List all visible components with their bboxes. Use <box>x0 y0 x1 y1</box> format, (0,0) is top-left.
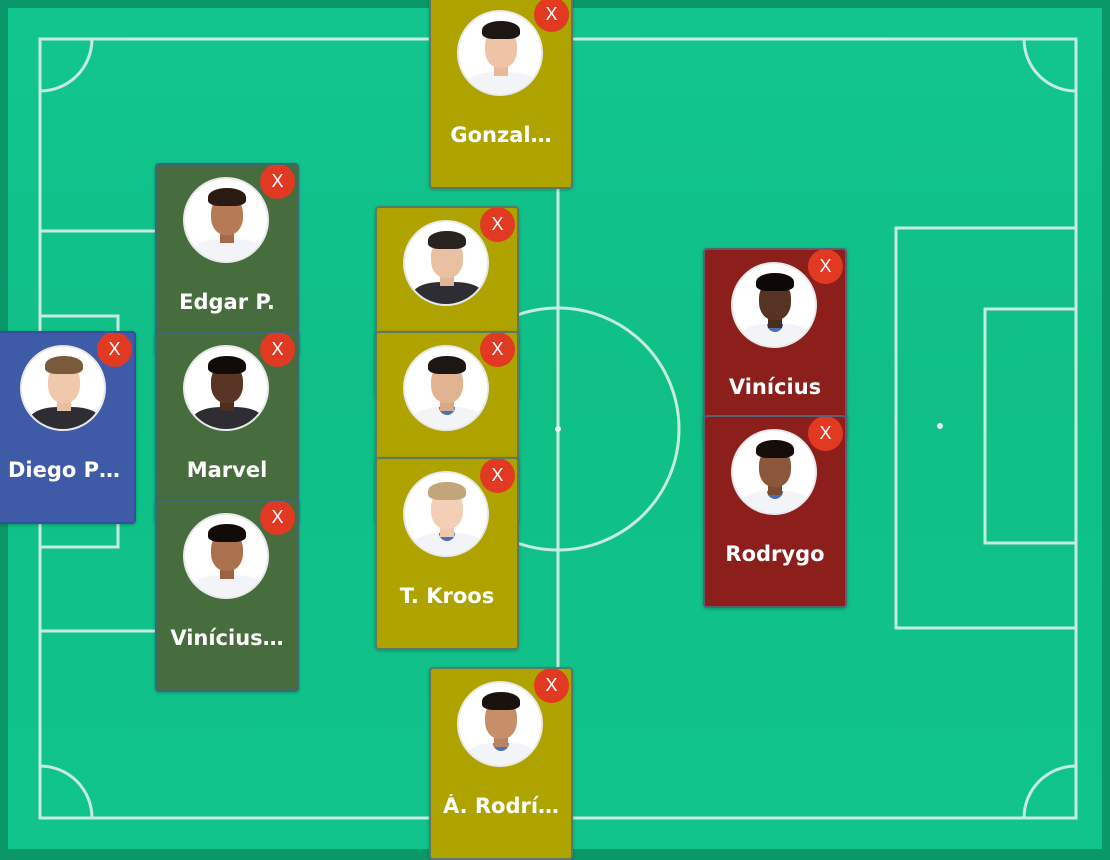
player-photo-icon <box>403 220 489 306</box>
remove-player-button[interactable]: X <box>260 165 295 199</box>
player-name[interactable]: Á. Rodrí… <box>431 794 571 818</box>
remove-player-button[interactable]: X <box>808 250 843 284</box>
player-card[interactable]: X Rodrygo <box>703 415 847 608</box>
player-photo-icon <box>731 429 817 515</box>
remove-player-button[interactable]: X <box>97 333 132 367</box>
remove-player-button[interactable]: X <box>480 333 515 367</box>
player-name[interactable]: Vinícius… <box>157 626 297 650</box>
player-photo-icon <box>457 10 543 96</box>
player-name[interactable]: Edgar P. <box>157 290 297 314</box>
player-name[interactable]: Gonzal… <box>431 123 571 147</box>
player-card[interactable]: X Marvel <box>155 331 299 524</box>
player-card[interactable]: X Diego P… <box>0 331 136 524</box>
remove-player-button[interactable]: X <box>480 459 515 493</box>
player-card[interactable]: X Gonzal… <box>429 0 573 189</box>
remove-player-button[interactable]: X <box>260 333 295 367</box>
remove-player-button[interactable]: X <box>260 501 295 535</box>
player-card[interactable]: X Á. Rodrí… <box>429 667 573 860</box>
remove-player-button[interactable]: X <box>480 208 515 242</box>
player-name[interactable]: Marvel <box>157 458 297 482</box>
player-name[interactable]: Rodrygo <box>705 542 845 566</box>
player-photo-icon <box>183 345 269 431</box>
remove-player-button[interactable]: X <box>808 417 843 451</box>
player-card[interactable]: X Vinícius… <box>155 499 299 692</box>
player-name[interactable]: Diego P… <box>0 458 134 482</box>
player-name[interactable]: Vinícius <box>705 375 845 399</box>
player-photo-icon <box>183 513 269 599</box>
player-photo-icon <box>457 681 543 767</box>
player-name[interactable]: T. Kroos <box>377 584 517 608</box>
player-card[interactable]: X T. Kroos <box>375 457 519 650</box>
player-card[interactable]: X Vinícius <box>703 248 847 441</box>
player-photo-icon <box>731 262 817 348</box>
player-photo-icon <box>403 345 489 431</box>
player-photo-icon <box>20 345 106 431</box>
player-photo-icon <box>403 471 489 557</box>
player-photo-icon <box>183 177 269 263</box>
remove-player-button[interactable]: X <box>534 669 569 703</box>
player-card[interactable]: X Edgar P. <box>155 163 299 356</box>
remove-player-button[interactable]: X <box>534 0 569 32</box>
